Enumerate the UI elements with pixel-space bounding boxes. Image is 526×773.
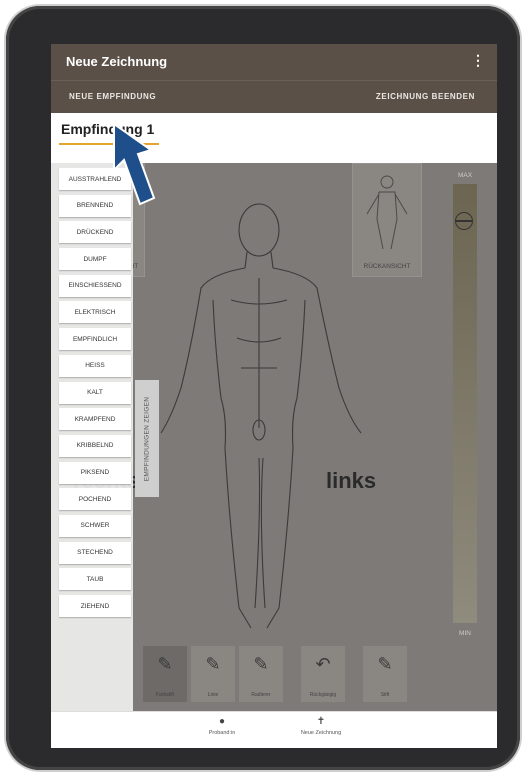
sensation-list: AUSSTRAHLEND BRENNEND DRÜCKEND DUMPF EINSCHI… [55, 168, 133, 622]
sensation-item[interactable]: SCHWER [59, 514, 131, 537]
tool-undo[interactable]: ↶ Rückgängig [301, 646, 345, 702]
sensation-item[interactable]: ZIEHEND [59, 595, 131, 617]
person-icon: ● [218, 716, 226, 727]
app-bar-divider [51, 80, 497, 81]
bottom-nav: ● Proband:in ✝ Neue Zeichnung [51, 711, 497, 748]
sensation-item[interactable]: PIKSEND [59, 461, 131, 484]
tablet-frame: Neue Zeichnung ⋮ NEUE EMPFINDUNG ZEICHNU… [6, 6, 520, 770]
tool-pencil[interactable]: ✎ Farbstift [143, 646, 187, 702]
tool-line[interactable]: ✎ Linie [191, 646, 235, 702]
nav-participant[interactable]: ● Proband:in [182, 716, 262, 736]
show-sensations-label: EMPFINDUNGEN ZEIGEN [143, 396, 151, 481]
body-figure[interactable] [141, 188, 391, 648]
label-left-side: links [326, 468, 377, 493]
new-sensation-button[interactable]: NEUE EMPFINDUNG [69, 92, 156, 101]
slider-max-label: MAX [457, 172, 473, 179]
sensation-item[interactable]: EINSCHIESSEND [59, 274, 131, 297]
sensation-item[interactable]: EMPFINDLICH [59, 328, 131, 351]
undo-icon: ↶ [315, 654, 331, 674]
sensation-item[interactable]: HEISS [59, 354, 131, 377]
app-title: Neue Zeichnung [66, 54, 168, 69]
slider-knob[interactable] [455, 212, 473, 230]
sensation-item[interactable]: TAUB [59, 568, 131, 591]
end-drawing-button[interactable]: ZEICHNUNG BEENDEN [376, 92, 475, 101]
nav-label: Proband:in [208, 730, 236, 736]
pen-icon: ✎ [377, 654, 393, 674]
sensation-item[interactable]: DRÜCKEND [59, 221, 131, 244]
sensation-item[interactable]: STECHEND [59, 541, 131, 564]
sensation-item[interactable]: DUMPF [59, 248, 131, 271]
eraser-icon: ✎ [253, 654, 269, 674]
tool-label: Linie [207, 692, 219, 698]
figure-icon: ✝ [316, 716, 326, 727]
app-bar: Neue Zeichnung ⋮ NEUE EMPFINDUNG ZEICHNU… [51, 44, 497, 124]
drawing-canvas[interactable]: VORDERANSICHT RÜCKANSICHT [51, 163, 497, 712]
intensity-slider[interactable]: MAX MIN [453, 172, 477, 637]
sensation-item[interactable]: KRIBBELND [59, 434, 131, 457]
nav-label: Neue Zeichnung [300, 730, 342, 736]
tool-label: Stift [380, 692, 390, 698]
tool-label: Rückgängig [309, 692, 337, 698]
sensation-item[interactable]: KRAMPFEND [59, 408, 131, 431]
tool-label: Radierer [251, 692, 271, 698]
slider-min-label: MIN [459, 630, 471, 637]
nav-new-drawing[interactable]: ✝ Neue Zeichnung [281, 716, 361, 736]
line-icon: ✎ [205, 654, 221, 674]
tool-pen[interactable]: ✎ Stift [363, 646, 407, 702]
tool-eraser[interactable]: ✎ Radierer [239, 646, 283, 702]
more-vert-icon[interactable]: ⋮ [471, 52, 485, 69]
sensation-item[interactable]: ELEKTRISCH [59, 301, 131, 324]
sensation-item[interactable]: POCHEND [59, 488, 131, 511]
show-sensations-tab[interactable]: EMPFINDUNGEN ZEIGEN [135, 380, 159, 497]
sensation-item[interactable]: KALT [59, 381, 131, 404]
pencil-icon: ✎ [157, 654, 173, 674]
pointer-arrow-icon [113, 122, 156, 206]
tool-label: Farbstift [155, 692, 175, 698]
